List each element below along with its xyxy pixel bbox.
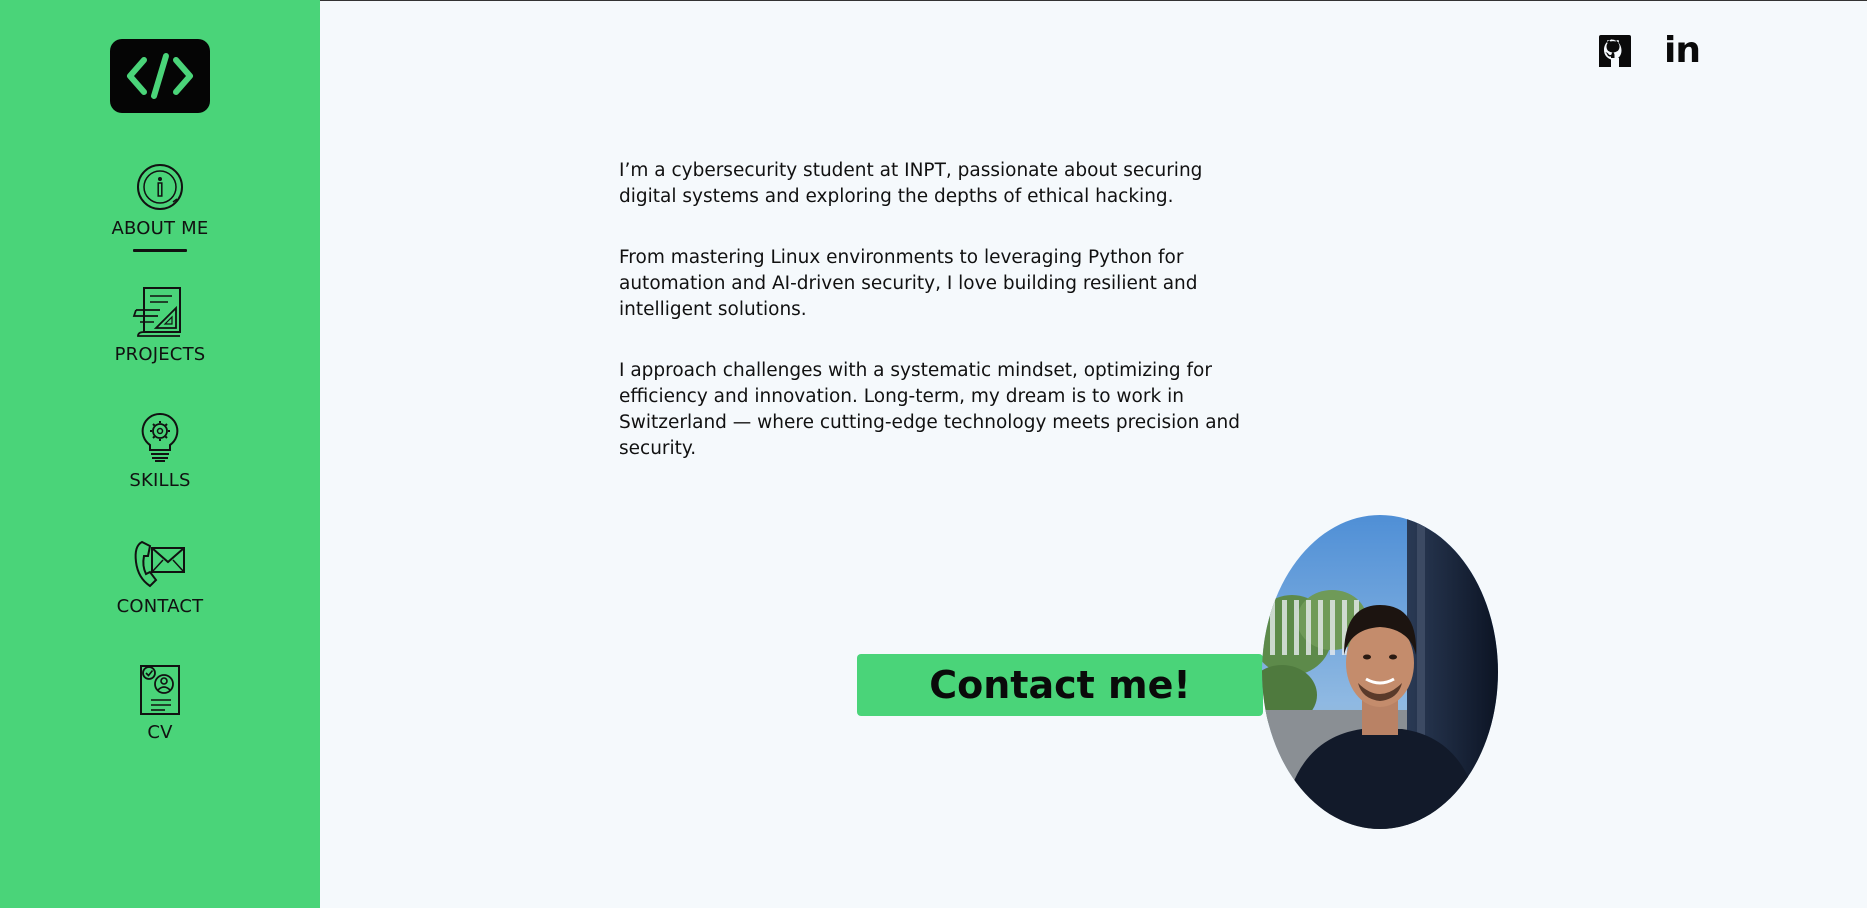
sidebar: ABOUT ME PROJECTS SKILLS CONTACT CV	[0, 0, 320, 908]
phone-mail-icon	[134, 540, 185, 588]
code-brackets-icon	[127, 53, 193, 99]
github-link[interactable]	[1597, 33, 1633, 69]
lightbulb-gear-icon	[141, 412, 179, 462]
linkedin-icon: in	[1664, 30, 1701, 71]
sidebar-item-label: ABOUT ME	[111, 218, 209, 239]
sidebar-item-projects[interactable]: PROJECTS	[0, 286, 320, 365]
sidebar-item-label: CV	[147, 722, 173, 743]
about-paragraph-1: I’m a cybersecurity student at INPT, pas…	[619, 160, 1203, 207]
sidebar-item-about-me[interactable]: ABOUT ME	[0, 162, 320, 252]
sidebar-item-label: CONTACT	[116, 596, 204, 617]
logo[interactable]	[110, 39, 210, 113]
sidebar-item-cv[interactable]: CV	[0, 664, 320, 743]
linkedin-link[interactable]: in	[1664, 30, 1701, 71]
github-icon	[1599, 35, 1631, 67]
resume-icon	[140, 665, 180, 715]
about-paragraph-3: I approach challenges with a systematic …	[619, 360, 1240, 459]
blueprint-icon	[132, 287, 181, 337]
info-icon	[137, 164, 183, 210]
active-indicator	[133, 249, 187, 252]
profile-photo	[1262, 515, 1498, 829]
about-section: I’m a cybersecurity student at INPT, pas…	[619, 158, 1249, 497]
sidebar-item-label: SKILLS	[129, 470, 191, 491]
sidebar-item-contact[interactable]: CONTACT	[0, 538, 320, 617]
about-paragraph-2: From mastering Linux environments to lev…	[619, 247, 1198, 320]
sidebar-item-label: PROJECTS	[114, 344, 206, 365]
sidebar-item-skills[interactable]: SKILLS	[0, 412, 320, 491]
contact-me-button[interactable]: Contact me!	[857, 654, 1263, 716]
